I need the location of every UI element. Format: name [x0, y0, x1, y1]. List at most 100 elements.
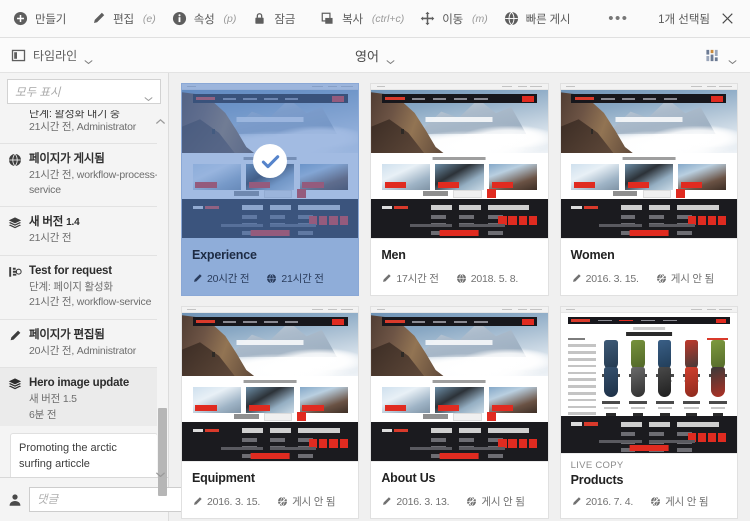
pencil-icon — [571, 496, 582, 507]
page-thumbnail-hero — [371, 84, 548, 238]
card-men-published-text: 2018. 5. 8. — [470, 272, 519, 285]
timeline-item-3-body: Test for request 단계: 페이지 활성화 21시간 전, wor… — [29, 264, 158, 310]
card-products-published-text: 게시 안 됨 — [665, 496, 709, 508]
close-icon[interactable] — [721, 12, 734, 25]
timeline-item-5-title: Hero image update — [29, 377, 130, 390]
card-experience-footer: Experience 20시간 전 21시간 전 — [182, 238, 359, 295]
timeline-item-2-title-text: 새 버전 — [29, 216, 64, 229]
pencil-icon — [381, 496, 392, 507]
timeline-item-2-body: 새 버전 1.4 21시간 전 — [29, 215, 158, 245]
timeline-list[interactable]: 단계: 활성화 대기 중 21시간 전, Administrator 페이지가 … — [0, 109, 168, 477]
sidebar-scrollbar-thumb[interactable] — [158, 408, 167, 496]
secondary-toolbar: 타임라인 영어 — [0, 38, 750, 73]
toolbar-item-lock-label: 잠금 — [274, 13, 296, 26]
pencil-icon — [192, 273, 203, 284]
toolbar-item-copy-shortcut: (ctrl+c) — [371, 12, 405, 25]
timeline-item-2[interactable]: 새 버전 1.4 21시간 전 — [0, 207, 168, 256]
card-equipment-published: 게시 안 됨 — [277, 494, 336, 509]
pencil-icon — [192, 496, 203, 507]
language-selector: 영어 — [0, 46, 750, 65]
page-thumbnail-hero — [560, 84, 737, 238]
card-men-meta: 17시간 전 2018. 5. 8. — [381, 271, 537, 286]
comment-bar — [0, 477, 222, 521]
card-experience-meta: 20시간 전 21시간 전 — [192, 271, 348, 286]
card-products-meta: 2016. 7. 4. 게시 안 됨 — [571, 494, 727, 509]
timeline-item-3-sub1: 단계: 페이지 활성화 — [29, 280, 113, 293]
card-experience-modified-text: 20시간 전 — [207, 273, 250, 285]
timeline-item-0[interactable]: 단계: 활성화 대기 중 21시간 전, Administrator — [0, 109, 168, 145]
toolbar-item-quick-publish-label: 빠른 게시 — [525, 13, 571, 26]
card-about-us-meta: 2016. 3. 13. 게시 안 됨 — [381, 494, 537, 509]
card-products-modified: 2016. 7. 4. — [571, 496, 633, 508]
timeline-item-4-body: 페이지가 편집됨 20시간 전, Administrator — [29, 328, 158, 358]
version-note: Promoting the arctic surfing articcle — [10, 433, 158, 477]
globe-off-icon — [656, 273, 667, 284]
card-men-modified-text: 17시간 전 — [396, 273, 439, 285]
lock-icon — [252, 11, 267, 26]
pencil-icon — [91, 11, 106, 26]
toolbar-item-edit-label: 편집 — [113, 13, 134, 26]
timeline-item-5-sub2: 6분 전 — [29, 408, 57, 421]
card-equipment[interactable]: Equipment 2016. 3. 15. 게시 안 됨 — [181, 306, 360, 519]
globe-icon — [266, 273, 277, 284]
card-women-modified: 2016. 3. 15. — [571, 273, 639, 285]
card-products-title: Products — [570, 473, 624, 487]
card-women-published-text: 게시 안 됨 — [670, 273, 715, 285]
toolbar-item-quick-publish[interactable]: 빠른 게시 — [501, 0, 593, 38]
card-experience[interactable]: Experience 20시간 전 21시간 전 — [181, 83, 360, 296]
info-icon — [172, 11, 187, 26]
card-products[interactable]: LIVE COPY Products 2016. 7. 4. 게시 안 됨 — [559, 306, 738, 519]
timeline-item-5-sub1: 새 버전 1.5 — [29, 393, 77, 406]
comment-input[interactable] — [29, 487, 201, 512]
toolbar-item-properties[interactable]: 속성 (p) — [169, 0, 250, 38]
timeline-item-4[interactable]: 페이지가 편집됨 20시간 전, Administrator — [0, 319, 168, 369]
timeline-item-3[interactable]: Test for request 단계: 페이지 활성화 21시간 전, wor… — [0, 255, 168, 320]
timeline-view-selector[interactable]: 타임라인 — [0, 47, 93, 65]
timeline-item-1[interactable]: 페이지가 게시됨 21시간 전, workflow-process-servic… — [0, 144, 168, 208]
card-men[interactable]: Men 17시간 전 2018. 5. 8. — [370, 83, 549, 296]
chevron-down-icon — [84, 52, 93, 65]
card-experience-published: 21시간 전 — [266, 271, 324, 286]
language-label[interactable]: 영어 — [355, 46, 379, 65]
main-toolbar: 만들기 편집 (e) 속성 (p) 잠금 복사 (ctrl+c) 이동 (m) … — [0, 0, 750, 38]
timeline-item-2-version: 1.4 — [66, 217, 80, 229]
toolbar-item-properties-shortcut: (p) — [223, 12, 237, 25]
checkmark-icon[interactable] — [253, 144, 288, 178]
card-products-live-copy-badge: LIVE COPY — [570, 460, 624, 471]
timeline-item-5[interactable]: Hero image update 새 버전 1.5 6분 전 — [0, 368, 168, 427]
timeline-filter-select[interactable]: 모두 표시 — [7, 79, 161, 104]
card-about-us[interactable]: About Us 2016. 3. 13. 게시 안 됨 — [370, 306, 549, 519]
toolbar-item-create[interactable]: 만들기 — [10, 0, 88, 38]
toolbar-item-lock[interactable]: 잠금 — [249, 0, 317, 38]
toolbar-item-copy[interactable]: 복사 (ctrl+c) — [317, 0, 417, 38]
card-about-us-thumbnail — [371, 307, 548, 461]
card-men-thumbnail — [371, 84, 548, 238]
chevron-down-icon[interactable] — [386, 52, 395, 65]
layers-icon — [8, 215, 22, 245]
timeline-item-4-title: 페이지가 편집됨 — [29, 328, 105, 341]
card-men-title: Men — [381, 248, 406, 262]
sidebar-scrollbar[interactable] — [157, 109, 168, 496]
timeline-item-0-body: 단계: 활성화 대기 중 21시간 전, Administrator — [29, 109, 158, 134]
timeline-filter-wrap: 모두 표시 — [0, 73, 168, 109]
card-equipment-meta: 2016. 3. 15. 게시 안 됨 — [192, 494, 348, 509]
page-thumbnail-hero — [182, 307, 359, 461]
toolbar-item-edit[interactable]: 편집 (e) — [88, 0, 169, 38]
card-about-us-title: About Us — [381, 471, 436, 485]
layout-switcher[interactable] — [705, 48, 750, 65]
toolbar-item-move[interactable]: 이동 (m) — [417, 0, 501, 38]
chevron-down-icon — [144, 89, 153, 101]
card-women-modified-text: 2016. 3. 15. — [585, 272, 639, 285]
scroll-up-icon[interactable] — [155, 112, 166, 124]
card-equipment-thumbnail — [182, 307, 359, 461]
pencil-icon — [8, 328, 22, 358]
timeline-item-5-body: Hero image update 새 버전 1.5 6분 전 — [29, 376, 158, 422]
timeline-item-4-sub1: 20시간 전, Administrator — [29, 344, 137, 357]
scroll-down-icon[interactable] — [155, 465, 166, 477]
pencil-icon — [381, 273, 392, 284]
toolbar-item-properties-label: 속성 — [193, 13, 215, 26]
toolbar-selection-area: 1개 선택됨 — [658, 11, 740, 27]
toolbar-more-button[interactable]: ••• — [592, 11, 644, 26]
card-men-published: 2018. 5. 8. — [456, 273, 518, 285]
card-women[interactable]: Women 2016. 3. 15. 게시 안 됨 — [559, 83, 738, 296]
